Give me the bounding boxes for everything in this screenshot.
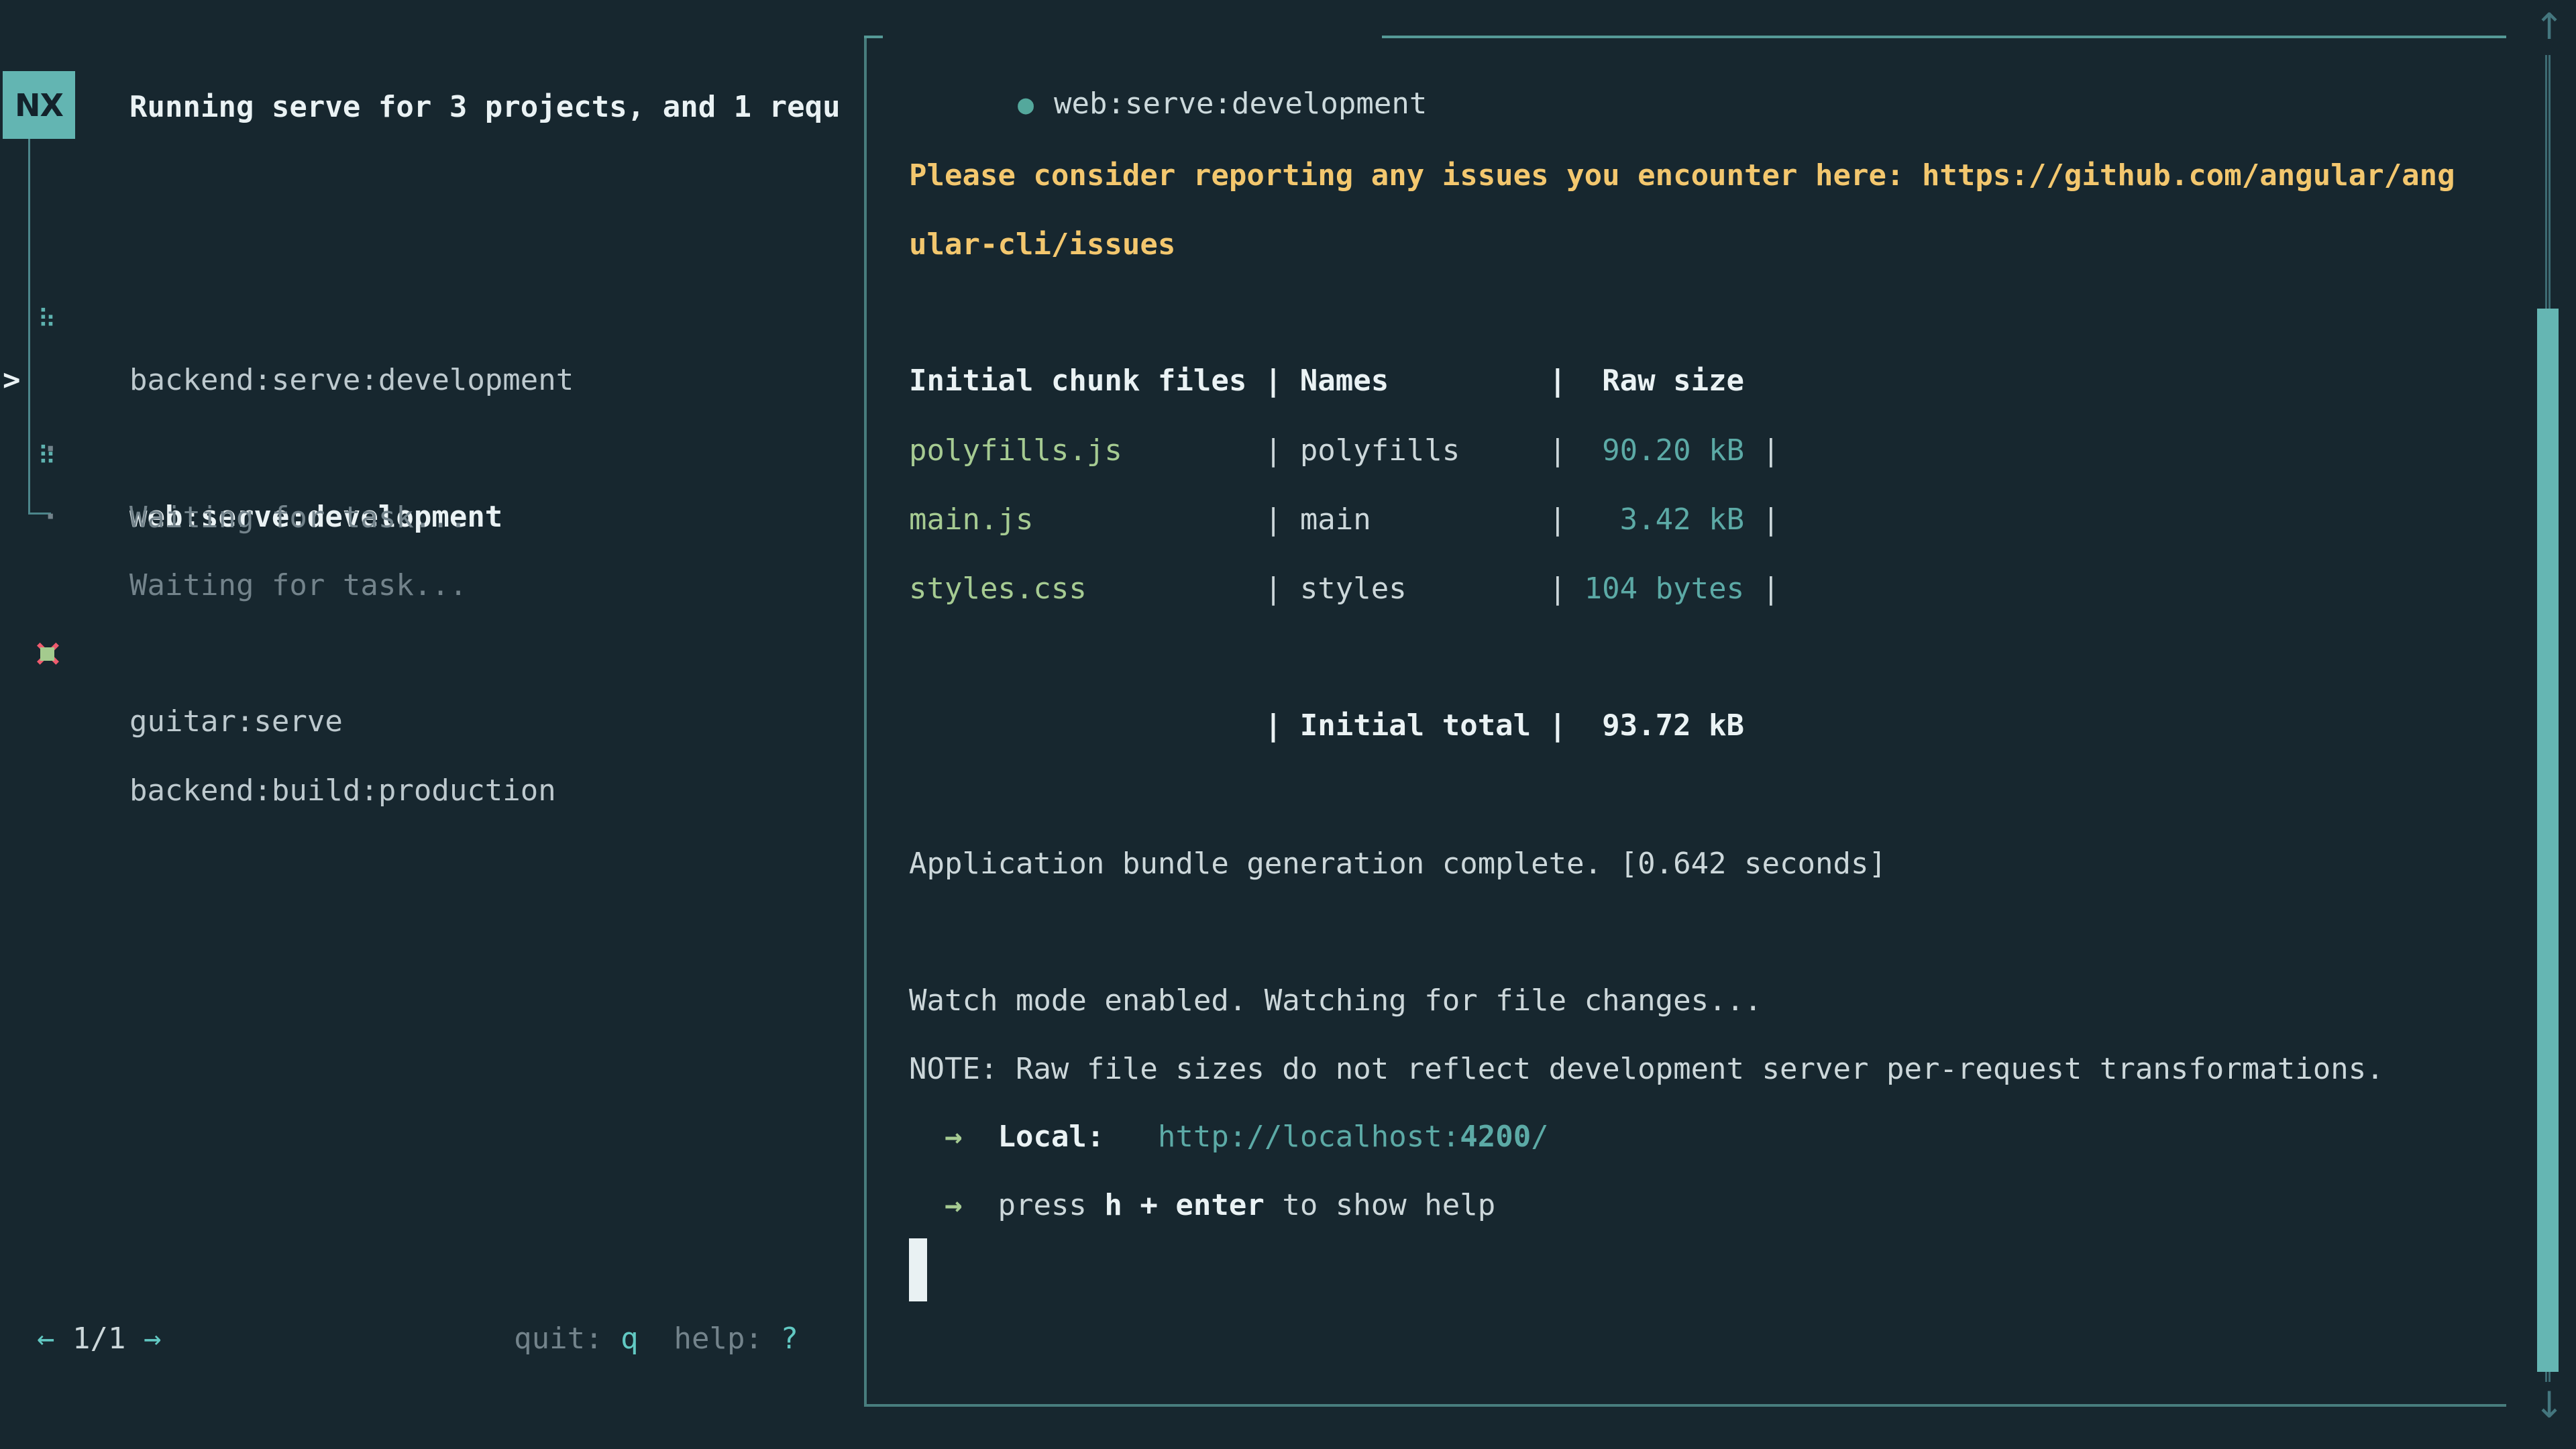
arrow-icon: →	[945, 1188, 963, 1222]
chunk-file: polyfills.js	[909, 433, 1246, 468]
chunk-file: main.js	[909, 502, 1246, 537]
watch-mode-text: Watch mode enabled. Watching for file ch…	[909, 983, 1762, 1018]
success-square-icon	[40, 647, 54, 661]
panel-border-left	[864, 36, 867, 1407]
scroll-down-icon[interactable]: ↓	[2530, 1379, 2568, 1432]
issue-report-line-1: Please consider reporting any issues you…	[909, 142, 2455, 210]
text-segment: |	[1744, 502, 1780, 537]
text-segment	[909, 1188, 945, 1222]
terminal-cursor[interactable]	[909, 1238, 927, 1301]
task-list-panel: NX Running serve for 3 projects, and 1 r…	[0, 0, 864, 1449]
local-url-line: → Local: http://localhost:4200/	[909, 1103, 1549, 1171]
chunk-name: polyfills	[1300, 433, 1531, 468]
help-label: help:	[674, 1322, 781, 1356]
chunk-size: 3.42 kB	[1585, 502, 1744, 537]
chunk-table-row: styles.css | styles | 104 bytes |	[909, 555, 1780, 623]
local-url-link[interactable]: /	[1531, 1120, 1549, 1154]
issue-report-line-2: ular-cli/issues	[909, 211, 1175, 279]
task-row-backend-build[interactable]: backend:build:production	[0, 620, 864, 688]
local-url-link[interactable]: http://localhost:	[1158, 1120, 1460, 1154]
text-segment: |	[1744, 572, 1780, 606]
text-segment: |	[1246, 572, 1299, 606]
chunk-table-row: polyfills.js | polyfills | 90.20 kB |	[909, 417, 1780, 485]
task-row-web-serve[interactable]: > ⣦ web:serve:development	[0, 278, 864, 346]
text-segment	[962, 1120, 998, 1154]
pager-count: 1/1	[55, 1322, 144, 1356]
initial-total-row: | Initial total | 93.72 kB	[909, 692, 1744, 760]
issues-url-text[interactable]: Please consider reporting any issues you…	[909, 158, 2455, 193]
pager: ← 1/1 →	[37, 1305, 161, 1373]
help-key: ?	[781, 1322, 799, 1356]
text-segment	[962, 1188, 998, 1222]
panel-border-top-stub	[864, 36, 883, 38]
note-line: NOTE: Raw file sizes do not reflect deve…	[909, 1035, 2384, 1104]
quit-label: quit:	[514, 1322, 621, 1356]
text-segment: |	[1744, 433, 1780, 468]
issues-url-text[interactable]: ular-cli/issues	[909, 227, 1175, 262]
task-label: backend:build:production	[129, 757, 556, 825]
task-row-guitar-serve[interactable]: × guitar:serve	[0, 551, 864, 619]
panel-title-text: web:serve:development	[1054, 87, 1427, 121]
run-summary-title: Running serve for 3 projects, and 1 requ	[129, 73, 841, 142]
nx-logo: NX	[3, 71, 75, 139]
chunk-table-row: main.js | main | 3.42 kB |	[909, 486, 1780, 554]
scrollbar-thumb[interactable]	[2537, 309, 2559, 1372]
local-url-port[interactable]: 4200	[1460, 1120, 1531, 1154]
waiting-dot-icon: ·	[42, 483, 60, 551]
text-segment	[1104, 1120, 1157, 1154]
chunk-file: styles.css	[909, 572, 1246, 606]
bundle-complete-line: Application bundle generation complete. …	[909, 830, 1886, 898]
scroll-up-icon[interactable]: ↑	[2530, 0, 2568, 54]
text-segment: |	[1246, 502, 1299, 537]
chunk-name: styles	[1300, 572, 1531, 606]
text-segment: |	[1531, 433, 1584, 468]
task-label: Waiting for task...	[129, 484, 467, 552]
help-hint-line: → press h + enter to show help	[909, 1171, 1495, 1240]
task-label: guitar:serve	[129, 688, 343, 756]
task-row-waiting-2[interactable]: · Waiting for task...	[0, 415, 864, 483]
pager-prev-icon[interactable]: ←	[37, 1322, 55, 1356]
arrow-icon: →	[945, 1120, 963, 1154]
text-segment: |	[1531, 572, 1584, 606]
chunk-size: 90.20 kB	[1585, 433, 1744, 468]
chunk-size: 104 bytes	[1585, 572, 1744, 606]
text-segment: to show help	[1265, 1188, 1495, 1222]
text-segment: |	[1246, 433, 1299, 468]
text-segment	[639, 1322, 674, 1356]
table-header-text: Initial chunk files | Names | Raw size	[909, 364, 1744, 398]
local-label: Local:	[998, 1120, 1104, 1154]
chunk-name: main	[1300, 502, 1531, 537]
watch-mode-line: Watch mode enabled. Watching for file ch…	[909, 967, 1762, 1035]
task-row-backend-serve[interactable]: ⣦ backend:serve:development	[0, 209, 864, 278]
panel-title: ●web:serve:development	[911, 1, 1427, 70]
initial-total-text: | Initial total | 93.72 kB	[909, 708, 1744, 743]
panel-border-bottom	[864, 1404, 2506, 1407]
quit-key: q	[621, 1322, 639, 1356]
task-row-waiting-1[interactable]: · Waiting for task...	[0, 347, 864, 415]
chunk-table-header: Initial chunk files | Names | Raw size	[909, 347, 1744, 415]
panel-border-top-line	[1382, 36, 2506, 38]
nx-tui-screen: NX Running serve for 3 projects, and 1 r…	[0, 0, 2576, 1449]
running-status-dot-icon: ●	[1018, 89, 1034, 120]
shortcut-hints: quit: q help: ?	[514, 1305, 798, 1373]
text-segment	[909, 1120, 945, 1154]
bundle-complete-text: Application bundle generation complete. …	[909, 847, 1886, 881]
text-segment: press	[998, 1188, 1104, 1222]
note-text: NOTE: Raw file sizes do not reflect deve…	[909, 1052, 2384, 1086]
pager-next-icon[interactable]: →	[144, 1322, 162, 1356]
help-keys: h + enter	[1104, 1188, 1264, 1222]
text-segment: |	[1531, 502, 1584, 537]
